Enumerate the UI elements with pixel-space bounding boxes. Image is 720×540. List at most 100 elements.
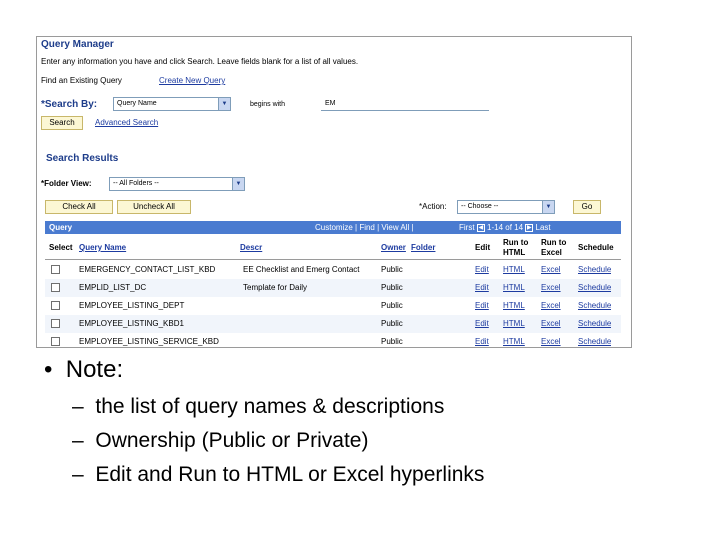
run-excel-link[interactable]: Excel [541, 319, 561, 328]
begins-with-label: begins with [250, 101, 286, 108]
action-select[interactable]: -- Choose -- ▼ [457, 200, 555, 214]
run-html-link[interactable]: HTML [503, 337, 525, 346]
edit-link[interactable]: Edit [475, 265, 489, 274]
col-edit: Edit [475, 243, 491, 252]
uncheck-all-button[interactable]: Uncheck All [117, 200, 191, 214]
query-name: EMPLID_LIST_DC [79, 283, 147, 292]
table-row: EMERGENCY_CONTACT_LIST_KBD EE Checklist … [45, 261, 621, 279]
row-checkbox[interactable] [51, 319, 60, 328]
table-row: EMPLOYEE_LISTING_DEPT Public Edit HTML E… [45, 297, 621, 315]
col-run-excel: Run to Excel [541, 238, 566, 258]
header-divider [45, 259, 621, 260]
query-name: EMPLOYEE_LISTING_SERVICE_KBD [79, 337, 219, 346]
query-owner: Public [381, 283, 403, 292]
check-all-button[interactable]: Check All [45, 200, 113, 214]
query-descr: EE Checklist and Emerg Contact [243, 265, 360, 274]
page-title: Query Manager [41, 39, 114, 50]
chevron-down-icon: ▼ [232, 178, 244, 190]
chevron-down-icon: ▼ [218, 98, 230, 110]
chevron-down-icon: ▼ [542, 201, 554, 213]
edit-link[interactable]: Edit [475, 301, 489, 310]
search-by-label: *Search By: [41, 99, 98, 110]
grid-pager: First ◀ 1-14 of 14 ▶ Last [459, 221, 551, 234]
run-html-link[interactable]: HTML [503, 301, 525, 310]
run-html-link[interactable]: HTML [503, 283, 525, 292]
note-item-text: Edit and Run to HTML or Excel hyperlinks [95, 463, 485, 486]
schedule-link[interactable]: Schedule [578, 337, 611, 346]
col-folder[interactable]: Folder [411, 243, 435, 253]
query-owner: Public [381, 265, 403, 274]
schedule-link[interactable]: Schedule [578, 301, 611, 310]
table-row: EMPLOYEE_LISTING_KBD1 Public Edit HTML E… [45, 315, 621, 333]
find-existing-tab[interactable]: Find an Existing Query [41, 76, 122, 85]
go-button[interactable]: Go [573, 200, 601, 214]
col-run-html-line2: HTML [503, 248, 526, 257]
run-excel-link[interactable]: Excel [541, 283, 561, 292]
action-label: *Action: [419, 202, 447, 211]
row-checkbox[interactable] [51, 283, 60, 292]
query-name: EMERGENCY_CONTACT_LIST_KBD [79, 265, 216, 274]
table-row: EMPLOYEE_LISTING_SERVICE_KBD Public Edit… [45, 333, 621, 347]
note-item: – Edit and Run to HTML or Excel hyperlin… [72, 462, 484, 488]
dash-marker: – [72, 429, 84, 452]
edit-link[interactable]: Edit [475, 337, 489, 346]
run-excel-link[interactable]: Excel [541, 265, 561, 274]
query-descr: Template for Daily [243, 283, 308, 292]
action-value: -- Choose -- [461, 203, 499, 210]
grid-nav-links[interactable]: Customize | Find | View All | [315, 221, 414, 234]
page-range: 1-14 of 14 [487, 223, 524, 232]
col-run-excel-line1: Run to [541, 238, 567, 247]
row-checkbox[interactable] [51, 301, 60, 310]
run-html-link[interactable]: HTML [503, 265, 525, 274]
note-item: – the list of query names & descriptions [72, 394, 444, 420]
run-excel-link[interactable]: Excel [541, 301, 561, 310]
folder-view-value: -- All Folders -- [113, 180, 159, 187]
note-item-text: the list of query names & descriptions [95, 395, 445, 418]
col-descr[interactable]: Descr [240, 243, 262, 253]
bullet-marker: • [44, 356, 53, 383]
query-name: EMPLOYEE_LISTING_KBD1 [79, 319, 184, 328]
query-owner: Public [381, 301, 403, 310]
col-run-excel-line2: Excel [541, 248, 562, 257]
note-item: – Ownership (Public or Private) [72, 428, 368, 454]
col-select: Select [49, 243, 73, 252]
search-by-value: Query Name [117, 100, 157, 107]
schedule-link[interactable]: Schedule [578, 319, 611, 328]
last-link[interactable]: Last [536, 223, 551, 232]
schedule-link[interactable]: Schedule [578, 283, 611, 292]
query-name: EMPLOYEE_LISTING_DEPT [79, 301, 185, 310]
col-owner[interactable]: Owner [381, 243, 406, 253]
dash-marker: – [72, 463, 84, 486]
col-run-html-line1: Run to [503, 238, 529, 247]
instructions-text: Enter any information you have and click… [41, 57, 359, 66]
previous-arrow-icon[interactable]: ◀ [476, 223, 485, 232]
row-checkbox[interactable] [51, 337, 60, 346]
search-results-heading: Search Results [46, 153, 119, 164]
row-checkbox[interactable] [51, 265, 60, 274]
note-heading: Note: [65, 356, 124, 383]
advanced-search-link[interactable]: Advanced Search [95, 118, 158, 127]
grid-title: Query [49, 223, 73, 232]
run-excel-link[interactable]: Excel [541, 337, 561, 346]
dash-marker: – [72, 395, 84, 418]
schedule-link[interactable]: Schedule [578, 265, 611, 274]
first-link[interactable]: First [459, 223, 475, 232]
query-owner: Public [381, 337, 403, 346]
folder-view-label: *Folder View: [41, 179, 92, 188]
edit-link[interactable]: Edit [475, 319, 489, 328]
note-bullet: • Note: [44, 355, 123, 385]
folder-view-select[interactable]: -- All Folders -- ▼ [109, 177, 245, 191]
run-html-link[interactable]: HTML [503, 319, 525, 328]
col-run-html: Run to HTML [503, 238, 528, 258]
search-by-select[interactable]: Query Name ▼ [113, 97, 231, 111]
create-new-query-link[interactable]: Create New Query [159, 76, 225, 85]
col-query-name[interactable]: Query Name [79, 243, 126, 253]
query-owner: Public [381, 319, 403, 328]
edit-link[interactable]: Edit [475, 283, 489, 292]
note-item-text: Ownership (Public or Private) [95, 429, 369, 452]
search-input[interactable]: EM [321, 97, 489, 111]
query-manager-screenshot: Query Manager Enter any information you … [36, 36, 632, 348]
next-arrow-icon[interactable]: ▶ [525, 223, 534, 232]
search-button[interactable]: Search [41, 116, 83, 130]
grid-header-bar: Query Customize | Find | View All | Firs… [45, 221, 621, 234]
